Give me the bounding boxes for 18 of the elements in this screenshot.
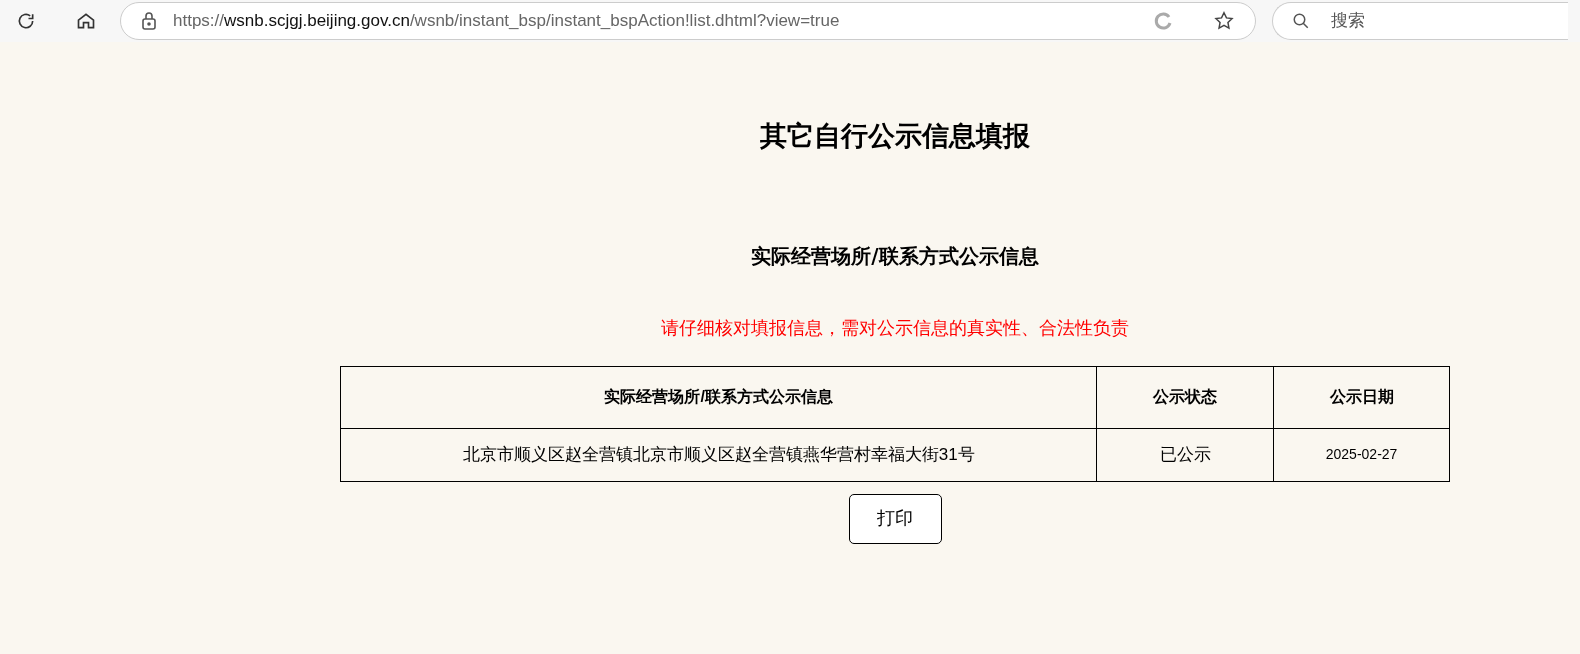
search-field[interactable]: 搜索 — [1272, 2, 1568, 40]
home-icon[interactable] — [76, 11, 96, 31]
column-header: 公示日期 — [1273, 366, 1450, 428]
page-title: 其它自行公示信息填报 — [760, 119, 1030, 153]
table-cell: 北京市顺义区赵全营镇北京市顺义区赵全营镇燕华营村幸福大街31号 — [340, 428, 1097, 481]
table-cell: 已公示 — [1096, 428, 1274, 481]
reload-icon[interactable] — [16, 11, 36, 31]
star-icon[interactable] — [1213, 10, 1235, 32]
section-subtitle: 实际经营场所/联系方式公示信息 — [751, 242, 1039, 270]
notice-text: 请仔细核对填报信息，需对公示信息的真实性、合法性负责 — [661, 316, 1129, 340]
table-cell: 2025-02-27 — [1273, 428, 1450, 481]
address-bar[interactable]: https://wsnb.scjgj.beijing.gov.cn/wsnb/instant_bsp/instant_bspAction!list.dhtml?view=true — [120, 2, 1256, 40]
search-icon — [1292, 12, 1310, 30]
column-header: 实际经营场所/联系方式公示信息 — [340, 366, 1097, 428]
column-header: 公示状态 — [1096, 366, 1274, 428]
print-button[interactable]: 打印 — [848, 493, 942, 544]
url-text: https://wsnb.scjgj.beijing.gov.cn/wsnb/instant_bsp/instant_bspAction!list.dhtml?view=true — [173, 10, 840, 33]
lock-icon[interactable] — [141, 12, 157, 30]
